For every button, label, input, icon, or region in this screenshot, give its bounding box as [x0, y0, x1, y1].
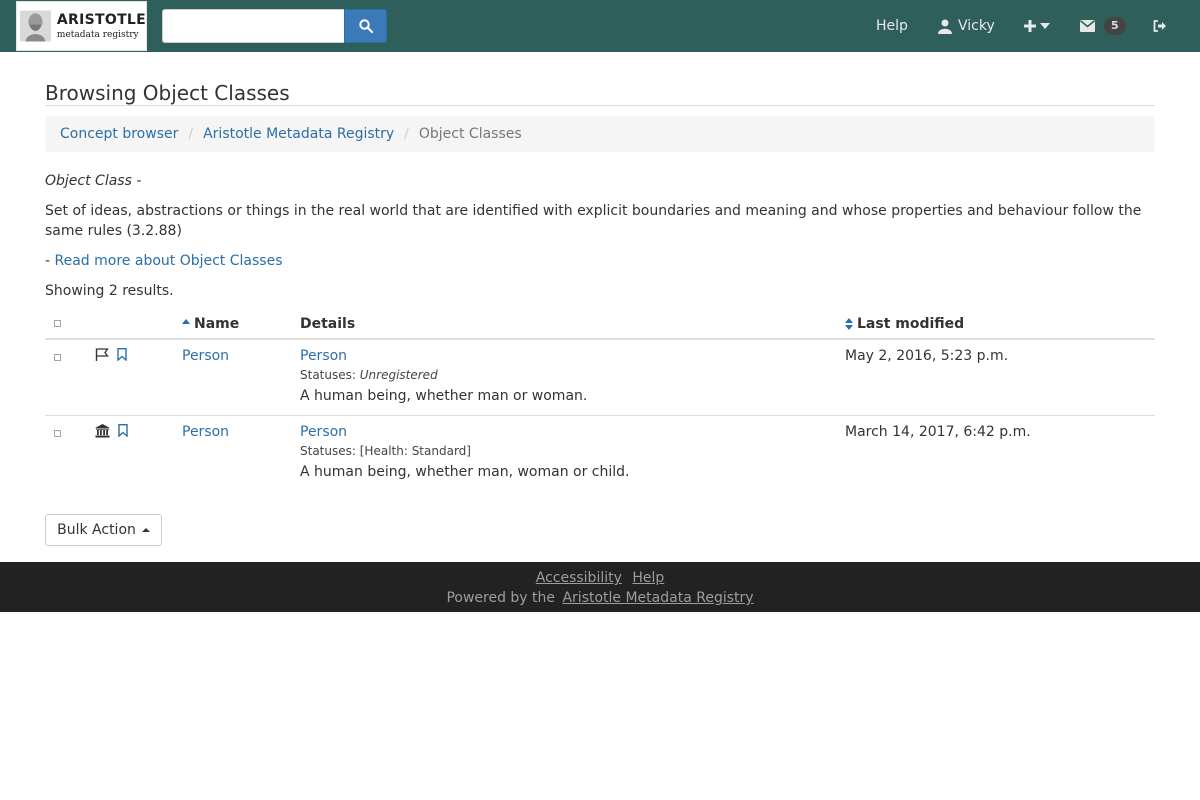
table-header-row: Name Details Last modified: [45, 309, 1155, 340]
nav-logout-link[interactable]: [1153, 0, 1167, 52]
mail-count-badge: 5: [1104, 17, 1126, 35]
breadcrumb-separator: /: [188, 126, 194, 142]
envelope-icon: [1080, 20, 1095, 32]
name-header-label: Name: [194, 315, 240, 332]
main-content: Browsing Object Classes Concept browser …: [45, 52, 1155, 546]
sort-icon: [845, 317, 853, 330]
results-table: Name Details Last modified Person Person…: [45, 309, 1155, 493]
table-row: Person Person Statuses: [Health: Standar…: [45, 414, 1155, 493]
results-count: Showing 2 results.: [45, 283, 174, 299]
row-details-title-link[interactable]: Person: [300, 348, 347, 364]
row-name-link[interactable]: Person: [182, 424, 229, 440]
read-more-prefix: -: [45, 253, 51, 269]
footer-registry-link[interactable]: Aristotle Metadata Registry: [562, 590, 753, 606]
institution-icon: [95, 423, 110, 437]
nav-help-link[interactable]: Help: [876, 0, 908, 52]
nav-user-menu[interactable]: Vicky: [938, 0, 995, 52]
row-checkbox[interactable]: [54, 429, 61, 437]
select-all-checkbox[interactable]: [54, 320, 61, 327]
row-status: Statuses: Unregistered: [300, 367, 843, 384]
search-icon: [358, 19, 373, 33]
bulk-action-label: Bulk Action: [57, 522, 136, 538]
flag-icon: [95, 348, 109, 361]
row-last-modified: March 14, 2017, 6:42 p.m.: [844, 414, 1155, 493]
breadcrumb: Concept browser / Aristotle Metadata Reg…: [45, 116, 1155, 152]
footer-powered-by: Powered by the: [446, 590, 556, 606]
page-title: Browsing Object Classes: [45, 82, 1155, 106]
row-status-value: [Health: Standard]: [359, 443, 471, 458]
row-status-value: Unregistered: [359, 368, 438, 382]
details-column-header: Details: [299, 309, 844, 340]
top-navbar: ARISTOTLE metadata registry Help Vicky 5: [0, 0, 1200, 52]
last-modified-column-header[interactable]: Last modified: [844, 309, 1155, 340]
caret-up-icon: [141, 528, 150, 532]
row-details-title-link[interactable]: Person: [300, 424, 347, 440]
read-more-link[interactable]: Read more about Object Classes: [55, 253, 283, 269]
sign-out-icon: [1153, 20, 1166, 32]
sort-asc-icon: [182, 318, 190, 324]
nav-help-label: Help: [876, 18, 908, 34]
bookmark-icon[interactable]: [118, 423, 128, 437]
row-status: Statuses: [Health: Standard]: [300, 443, 843, 460]
footer-accessibility-link[interactable]: Accessibility: [536, 570, 622, 586]
bulk-action-button[interactable]: Bulk Action: [45, 514, 162, 546]
aristotle-bust-icon: [20, 10, 51, 42]
user-icon: [938, 19, 952, 34]
object-type-definition: Set of ideas, abstractions or things in …: [45, 203, 1142, 239]
breadcrumb-current: Object Classes: [418, 126, 522, 142]
read-more-line: - Read more about Object Classes: [45, 251, 1155, 271]
bookmark-icon[interactable]: [117, 348, 127, 361]
last-modified-header-label: Last modified: [857, 315, 965, 332]
registry-logo[interactable]: ARISTOTLE metadata registry: [16, 1, 147, 51]
object-type-label: Object Class -: [45, 173, 142, 189]
breadcrumb-registry[interactable]: Aristotle Metadata Registry: [203, 126, 394, 142]
logo-title: ARISTOTLE: [56, 11, 146, 28]
table-row: Person Person Statuses: Unregistered A h…: [45, 338, 1155, 415]
row-checkbox[interactable]: [54, 354, 61, 361]
footer-help-link[interactable]: Help: [632, 570, 664, 586]
row-name-link[interactable]: Person: [182, 348, 229, 364]
nav-mail-menu[interactable]: 5: [1080, 0, 1126, 52]
caret-down-icon: [1040, 23, 1050, 29]
nav-add-menu[interactable]: [1024, 0, 1050, 52]
breadcrumb-separator: /: [404, 126, 409, 142]
nav-user-label: Vicky: [958, 18, 995, 34]
plus-icon: [1024, 20, 1036, 32]
page-footer: Accessibility Help Powered by the Aristo…: [0, 562, 1200, 612]
search-button[interactable]: [344, 9, 387, 43]
row-definition: A human being, whether man, woman or chi…: [300, 463, 630, 480]
row-last-modified: May 2, 2016, 5:23 p.m.: [844, 338, 1155, 415]
logo-subtitle: metadata registry: [56, 29, 139, 40]
name-column-header[interactable]: Name: [181, 309, 299, 340]
row-status-label: Statuses:: [300, 368, 356, 382]
breadcrumb-concept-browser[interactable]: Concept browser: [60, 126, 178, 142]
row-status-label: Statuses:: [300, 443, 356, 458]
row-definition: A human being, whether man or woman.: [300, 388, 588, 404]
search-input[interactable]: [162, 9, 345, 43]
